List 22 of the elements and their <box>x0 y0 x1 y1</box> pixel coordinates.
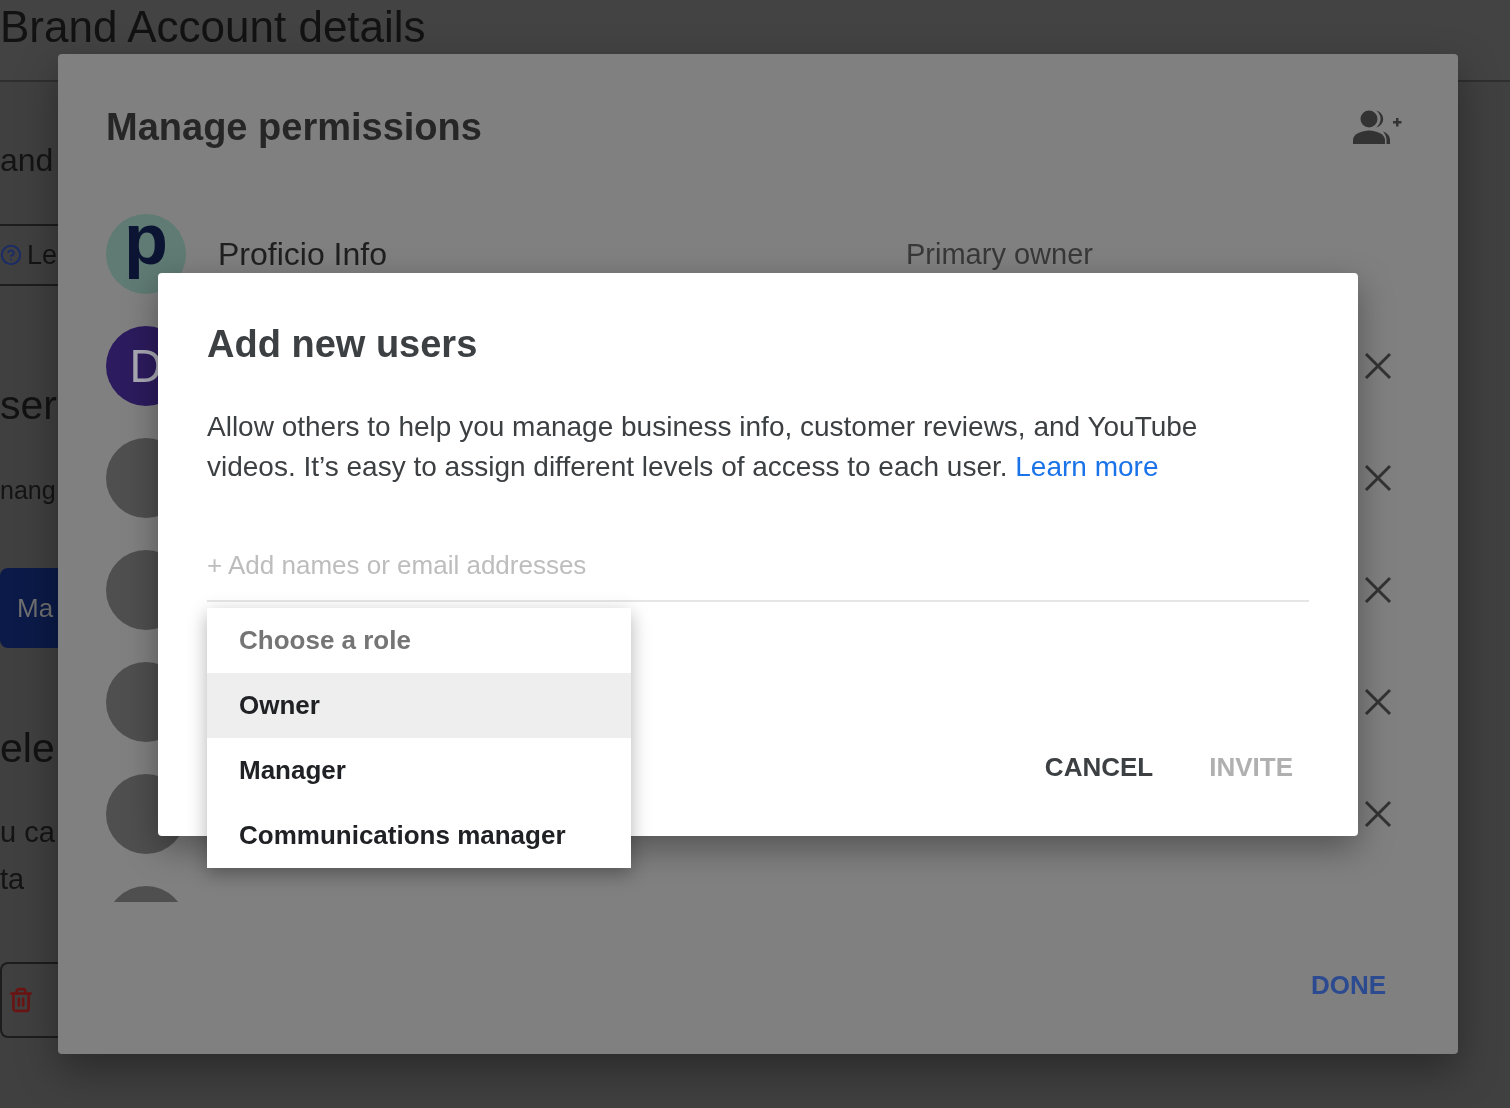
menu-option[interactable]: Manager <box>207 738 631 803</box>
email-input[interactable]: + Add names or email addresses <box>207 530 1309 602</box>
avatar-logo: p <box>106 214 186 294</box>
close-icon[interactable] <box>1364 800 1392 828</box>
dialog-button[interactable]: CANCEL <box>1028 743 1170 791</box>
menu-option[interactable]: Communications manager <box>207 803 631 868</box>
dialog-title: Add new users <box>207 322 478 367</box>
add-person-icon[interactable] <box>1352 110 1402 144</box>
close-icon[interactable] <box>1364 576 1392 604</box>
user-name: Proficio Info <box>218 235 387 273</box>
menu-header: Choose a role <box>238 624 412 657</box>
close-icon[interactable] <box>1364 464 1392 492</box>
description-text: Allow others to help you manage business info, customer reviews, and YouTube videos. It’s easy to assign different levels of access to each user. Learn more <box>207 410 1199 484</box>
dialog-title: Manage permissions <box>106 105 482 150</box>
menu-option[interactable]: Owner <box>207 673 631 738</box>
trash-icon <box>8 987 34 1013</box>
page-button[interactable]: Ma <box>0 568 58 648</box>
help-icon <box>0 244 22 266</box>
close-icon[interactable] <box>1364 352 1392 380</box>
user-role: Primary owner <box>906 237 1093 271</box>
learn-more-link[interactable]: Learn more <box>1015 451 1159 482</box>
close-icon[interactable] <box>1364 688 1392 716</box>
